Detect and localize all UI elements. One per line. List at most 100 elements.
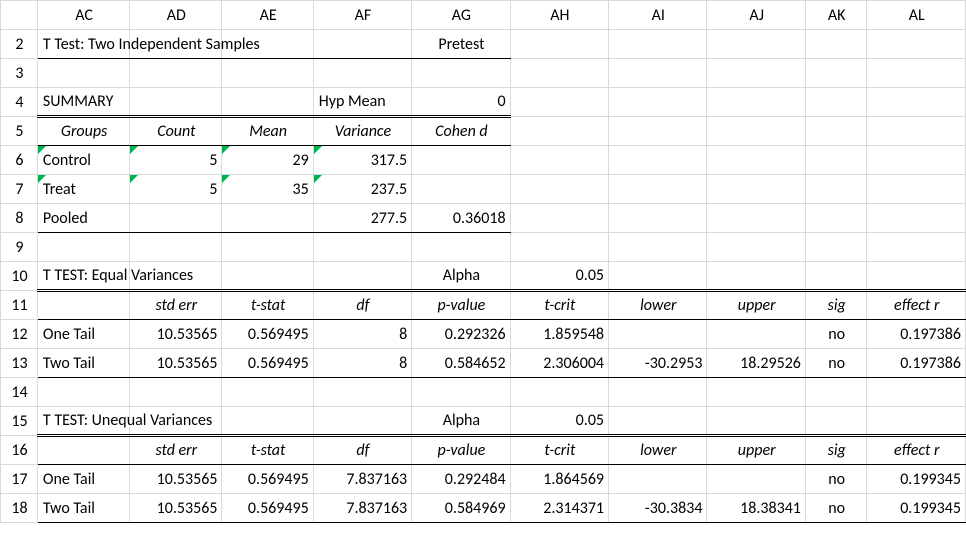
cell[interactable]	[805, 146, 867, 175]
cell-eq-one-effectr[interactable]: 0.197386	[867, 320, 966, 349]
cell[interactable]	[609, 146, 707, 175]
hdr-effectr[interactable]: effect r	[867, 291, 966, 320]
hdr-effectr[interactable]: effect r	[867, 436, 966, 465]
cell[interactable]	[707, 262, 805, 291]
cell[interactable]	[130, 233, 222, 262]
hdr-sig[interactable]: sig	[805, 291, 867, 320]
row-header-3[interactable]: 3	[1, 59, 38, 88]
cell[interactable]	[37, 291, 129, 320]
cell[interactable]	[313, 407, 411, 436]
cell-pretest[interactable]: Pretest	[412, 30, 510, 59]
cell[interactable]	[805, 117, 867, 146]
cell[interactable]	[130, 378, 222, 407]
cell[interactable]	[609, 465, 707, 494]
cell[interactable]	[510, 146, 608, 175]
cell-eq-one-tstat[interactable]: 0.569495	[222, 320, 313, 349]
cell[interactable]	[867, 204, 966, 233]
cell[interactable]	[707, 59, 805, 88]
cell-alpha-label-un[interactable]: Alpha	[412, 407, 510, 436]
cell-eq-two-pvalue[interactable]: 0.584652	[412, 349, 510, 378]
cell-hypmean-label[interactable]: Hyp Mean	[313, 88, 411, 117]
hdr-stderr[interactable]: std err	[130, 291, 222, 320]
row-header-13[interactable]: 13	[1, 349, 38, 378]
cell-control-count[interactable]: 5	[130, 146, 222, 175]
cell-un-one-effectr[interactable]: 0.199345	[867, 465, 966, 494]
cell-un-one-pvalue[interactable]: 0.292484	[412, 465, 510, 494]
cell[interactable]	[222, 88, 313, 117]
hdr-cohen[interactable]: Cohen d	[412, 117, 510, 146]
cell-eqvar-title[interactable]: T TEST: Equal Variances	[37, 262, 129, 291]
cell-title[interactable]: T Test: Two Independent Samples	[37, 30, 129, 59]
hdr-upper[interactable]: upper	[707, 436, 805, 465]
cell[interactable]	[609, 117, 707, 146]
row-header-9[interactable]: 9	[1, 233, 38, 262]
cell-eq-two-tstat[interactable]: 0.569495	[222, 349, 313, 378]
cell[interactable]	[707, 117, 805, 146]
cell[interactable]	[130, 30, 222, 59]
hdr-count[interactable]: Count	[130, 117, 222, 146]
hdr-mean[interactable]: Mean	[222, 117, 313, 146]
cell[interactable]	[222, 59, 313, 88]
cell-group-control[interactable]: Control	[37, 146, 129, 175]
row-header-18[interactable]: 18	[1, 494, 38, 523]
hdr-tstat[interactable]: t-stat	[222, 436, 313, 465]
cell[interactable]	[707, 30, 805, 59]
cell[interactable]	[510, 30, 608, 59]
cell-hypmean-value[interactable]: 0	[412, 88, 510, 117]
cell-un-two-lower[interactable]: -30.3834	[609, 494, 707, 523]
cell[interactable]	[867, 117, 966, 146]
hdr-lower[interactable]: lower	[609, 436, 707, 465]
cell-control-var[interactable]: 317.5	[313, 146, 411, 175]
cell-un-two-tstat[interactable]: 0.569495	[222, 494, 313, 523]
cell[interactable]	[805, 204, 867, 233]
hdr-tcrit[interactable]: t-crit	[510, 291, 608, 320]
cell-un-two-tail[interactable]: Two Tail	[37, 494, 129, 523]
cell[interactable]	[707, 204, 805, 233]
cell[interactable]	[222, 262, 313, 291]
row-header-7[interactable]: 7	[1, 175, 38, 204]
cell[interactable]	[609, 407, 707, 436]
row-header-15[interactable]: 15	[1, 407, 38, 436]
cell[interactable]	[609, 88, 707, 117]
cell[interactable]	[867, 233, 966, 262]
cell-un-two-df[interactable]: 7.837163	[313, 494, 411, 523]
cell[interactable]	[510, 88, 608, 117]
cell[interactable]	[867, 378, 966, 407]
cell[interactable]	[805, 407, 867, 436]
cell[interactable]	[707, 175, 805, 204]
row-header-6[interactable]: 6	[1, 146, 38, 175]
hdr-df[interactable]: df	[313, 291, 411, 320]
cell-treat-count[interactable]: 5	[130, 175, 222, 204]
cell[interactable]	[313, 233, 411, 262]
cell-un-two-pvalue[interactable]: 0.584969	[412, 494, 510, 523]
cell[interactable]	[222, 407, 313, 436]
cell-eq-one-tcrit[interactable]: 1.859548	[510, 320, 608, 349]
hdr-lower[interactable]: lower	[609, 291, 707, 320]
cell[interactable]	[510, 117, 608, 146]
hdr-pvalue[interactable]: p-value	[412, 436, 510, 465]
cell[interactable]	[805, 59, 867, 88]
cell[interactable]	[609, 204, 707, 233]
row-header-4[interactable]: 4	[1, 88, 38, 117]
col-header-AE[interactable]: AE	[222, 1, 313, 30]
cell[interactable]	[707, 88, 805, 117]
cell[interactable]	[609, 262, 707, 291]
cell[interactable]	[805, 88, 867, 117]
cell[interactable]	[707, 146, 805, 175]
hdr-tstat[interactable]: t-stat	[222, 291, 313, 320]
cell[interactable]	[867, 146, 966, 175]
cell[interactable]	[805, 175, 867, 204]
cell-un-one-tcrit[interactable]: 1.864569	[510, 465, 608, 494]
hdr-stderr[interactable]: std err	[130, 436, 222, 465]
cell[interactable]	[805, 378, 867, 407]
cell-alpha-label-eq[interactable]: Alpha	[412, 262, 510, 291]
cell[interactable]	[805, 262, 867, 291]
cell[interactable]	[313, 59, 411, 88]
cell[interactable]	[412, 378, 510, 407]
cell[interactable]	[222, 378, 313, 407]
hdr-groups[interactable]: Groups	[37, 117, 129, 146]
row-header-14[interactable]: 14	[1, 378, 38, 407]
cell-uneqvar-title[interactable]: T TEST: Unequal Variances	[37, 407, 129, 436]
col-header-AH[interactable]: AH	[510, 1, 608, 30]
row-header-11[interactable]: 11	[1, 291, 38, 320]
